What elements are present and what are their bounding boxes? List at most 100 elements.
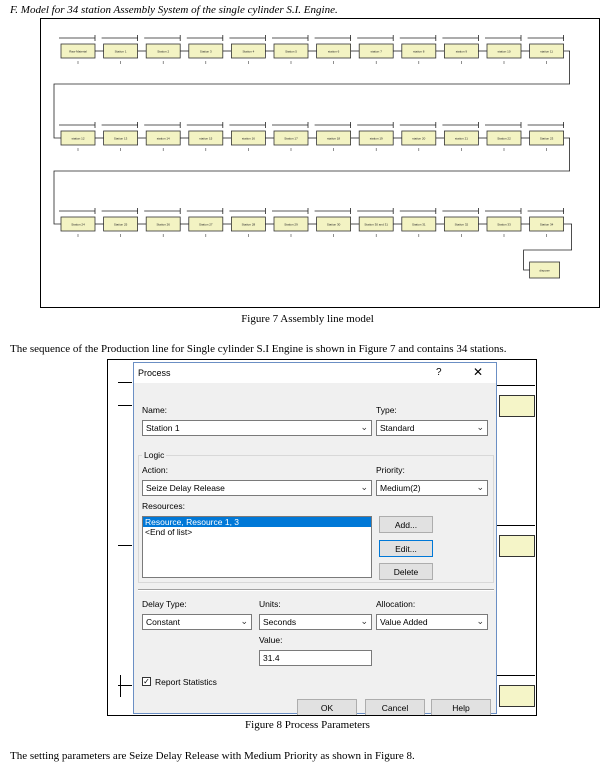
units-value: Seconds	[263, 617, 297, 627]
chevron-down-icon[interactable]: ⌄	[476, 616, 484, 627]
station-label: Station 17	[284, 137, 298, 141]
paragraph-settings: The setting parameters are Seize Delay R…	[10, 750, 415, 762]
connector-line	[497, 675, 535, 676]
station-label: station 21	[455, 137, 468, 141]
station-label: station 18	[327, 137, 340, 141]
model-station-block	[499, 395, 535, 417]
priority-label: Priority:	[376, 465, 405, 475]
chevron-down-icon[interactable]: ⌄	[476, 482, 484, 493]
delay-type-label: Delay Type:	[142, 599, 187, 609]
chevron-down-icon[interactable]: ⌄	[360, 422, 368, 433]
station-label: Station 23	[540, 137, 554, 141]
connector-line	[118, 545, 132, 546]
section-heading: F. Model for 34 station Assembly System …	[10, 4, 338, 16]
chevron-down-icon[interactable]: ⌄	[360, 482, 368, 493]
station-label: Station 22	[497, 137, 511, 141]
figure-8-caption: Figure 8 Process Parameters	[245, 719, 370, 731]
delete-button[interactable]: Delete	[379, 563, 433, 580]
cancel-button[interactable]: Cancel	[365, 699, 425, 715]
allocation-value: Value Added	[380, 617, 428, 627]
station-label: Station 29	[284, 223, 298, 227]
station-label: station 7	[371, 50, 383, 54]
station-label: station 12	[71, 137, 84, 141]
dispose-label: dispose	[539, 269, 550, 273]
paragraph-sequence: The sequence of the Production line for …	[10, 343, 507, 355]
station-label: Station 30 and 31	[364, 223, 388, 227]
priority-value: Medium(2)	[380, 483, 421, 493]
allocation-label: Allocation:	[376, 599, 416, 609]
type-label: Type:	[376, 405, 397, 415]
chevron-down-icon[interactable]: ⌄	[476, 422, 484, 433]
logic-group-label: Logic	[142, 450, 167, 460]
name-value: Station 1	[146, 423, 180, 433]
resources-label: Resources:	[142, 501, 185, 511]
station-label: station 11	[540, 50, 553, 54]
value-label: Value:	[259, 635, 283, 645]
station-label: Station 4	[242, 50, 254, 54]
station-label: Station 5	[285, 50, 297, 54]
station-label: Station 2	[157, 50, 169, 54]
station-label: Station 13	[114, 137, 128, 141]
units-select[interactable]: Seconds ⌄	[259, 614, 372, 630]
separator	[138, 589, 494, 591]
connector-line	[497, 385, 535, 386]
model-station-block	[499, 535, 535, 557]
close-icon[interactable]: ✕	[473, 365, 483, 379]
process-dialog: Process ? ✕ Name: Station 1 ⌄ Type: Stan…	[133, 362, 497, 715]
connector-line	[497, 525, 535, 526]
add-button[interactable]: Add...	[379, 516, 433, 533]
resources-list-item-selected[interactable]: Resource, Resource 1, 3	[143, 517, 371, 527]
station-label: Station 32	[455, 223, 469, 227]
value-input[interactable]: 31.4	[259, 650, 372, 666]
station-label: station 19	[370, 137, 383, 141]
type-select[interactable]: Standard ⌄	[376, 420, 488, 436]
assembly-line-diagram: Raw Material Station 1 Station 2 Station 3 S…	[53, 35, 572, 279]
report-statistics-checkbox[interactable]: ✓	[142, 677, 151, 686]
station-label: station 10	[497, 50, 510, 54]
dialog-title: Process	[138, 368, 171, 378]
station-label: Station 25	[114, 223, 128, 227]
action-value: Seize Delay Release	[146, 483, 225, 493]
station-label: Station 27	[199, 223, 213, 227]
station-label: Raw Material	[69, 50, 87, 54]
chevron-down-icon[interactable]: ⌄	[360, 616, 368, 627]
station-label: station 6	[328, 50, 340, 54]
station-label: station 16	[242, 137, 255, 141]
station-label: Station 31	[412, 223, 426, 227]
edit-button[interactable]: Edit...	[379, 540, 433, 557]
resources-list-item-end[interactable]: <End of list>	[143, 527, 371, 537]
station-label: station 14	[157, 137, 170, 141]
help-button[interactable]: Help	[431, 699, 491, 715]
station-label: Station 3	[200, 50, 212, 54]
station-label: Station 30	[327, 223, 341, 227]
station-label: Station 33	[497, 223, 511, 227]
station-label: Station 34	[540, 223, 554, 227]
help-icon[interactable]: ?	[436, 367, 442, 378]
station-label: Station 24	[71, 223, 85, 227]
units-label: Units:	[259, 599, 281, 609]
connector-line	[118, 382, 132, 383]
chevron-down-icon[interactable]: ⌄	[240, 616, 248, 627]
delay-type-select[interactable]: Constant ⌄	[142, 614, 252, 630]
station-label: Station 28	[242, 223, 256, 227]
station-label: station 15	[199, 137, 212, 141]
model-station-block	[499, 685, 535, 707]
allocation-select[interactable]: Value Added ⌄	[376, 614, 488, 630]
station-label: station 20	[412, 137, 425, 141]
station-label: station 9	[456, 50, 468, 54]
connector-line	[120, 675, 121, 697]
name-combobox[interactable]: Station 1 ⌄	[142, 420, 372, 436]
connector-line	[118, 405, 132, 406]
action-label: Action:	[142, 465, 168, 475]
resources-listbox[interactable]: Resource, Resource 1, 3 <End of list>	[142, 516, 372, 578]
ok-button[interactable]: OK	[297, 699, 357, 715]
station-label: Station 1	[115, 50, 127, 54]
priority-select[interactable]: Medium(2) ⌄	[376, 480, 488, 496]
delay-type-value: Constant	[146, 617, 181, 627]
station-label: Station 26	[156, 223, 170, 227]
name-label: Name:	[142, 405, 168, 415]
process-parameters-figure: Process ? ✕ Name: Station 1 ⌄ Type: Stan…	[107, 359, 537, 716]
type-value: Standard	[380, 423, 415, 433]
action-select[interactable]: Seize Delay Release ⌄	[142, 480, 372, 496]
station-label: station 8	[413, 50, 425, 54]
